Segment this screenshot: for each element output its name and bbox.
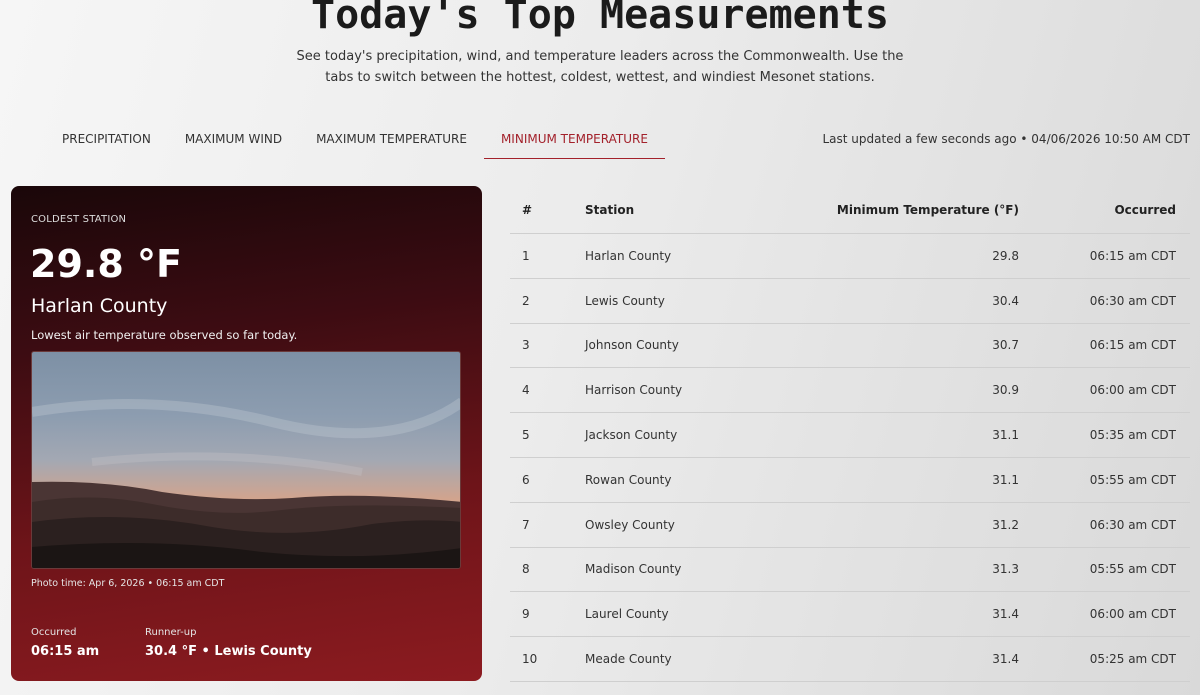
row-occurred: 06:15 am CDT [1089,248,1176,263]
row-station: Harrison County [585,383,683,398]
station-photo[interactable] [31,351,461,569]
row-min-temp: 31.4 [992,607,1019,622]
row-min-temp: 31.3 [992,562,1019,577]
tab-bar: PRECIPITATION MAXIMUM WIND MAXIMUM TEMPE… [45,120,665,160]
row-occurred: 05:55 am CDT [1089,562,1176,577]
row-station: Meade County [585,652,672,667]
row-occurred: 06:30 am CDT [1089,293,1176,308]
table-row[interactable]: 3 Johnson County 30.7 06:15 am CDT [510,324,1190,369]
table-row[interactable]: 4 Harrison County 30.9 06:00 am CDT [510,368,1190,414]
row-min-temp: 30.4 [992,293,1019,308]
row-station: Lewis County [585,293,665,308]
col-header-min-temp[interactable]: Minimum Temperature (°F) [785,203,1019,217]
row-rank: 8 [522,562,530,577]
row-rank: 7 [522,517,530,532]
table-header-row: # Station Minimum Temperature (°F) Occur… [510,187,1190,234]
measurements-table: # Station Minimum Temperature (°F) Occur… [510,187,1190,682]
card-description: Lowest air temperature observed so far t… [31,328,298,342]
row-occurred: 05:35 am CDT [1089,428,1176,443]
col-header-rank[interactable]: # [510,203,585,217]
col-header-occurred[interactable]: Occurred [1019,203,1176,217]
card-eyebrow: COLDEST STATION [31,214,127,225]
runner-up-value: 30.4 °F • Lewis County [145,644,312,659]
row-station: Harlan County [585,248,672,263]
card-temperature: 29.8 °F [30,242,182,286]
col-header-station[interactable]: Station [585,203,785,217]
tab-precipitation[interactable]: PRECIPITATION [45,120,168,159]
tab-minimum-temperature[interactable]: MINIMUM TEMPERATURE [483,120,665,159]
table-row[interactable]: 1 Harlan County 29.8 06:15 am CDT [510,234,1190,279]
row-occurred: 05:25 am CDT [1089,652,1176,667]
page-subtitle: See today's precipitation, wind, and tem… [296,49,904,85]
photo-caption: Photo time: Apr 6, 2026 • 06:15 am CDT [31,578,225,589]
row-station: Laurel County [585,607,669,622]
row-rank: 6 [522,472,530,487]
row-occurred: 06:00 am CDT [1089,383,1176,398]
row-min-temp: 31.1 [992,428,1019,443]
row-station: Johnson County [585,338,679,353]
row-rank: 9 [522,607,530,622]
row-min-temp: 30.7 [992,338,1019,353]
table-row[interactable]: 7 Owsley County 31.2 06:30 am CDT [510,503,1190,548]
tab-maximum-wind[interactable]: MAXIMUM WIND [168,120,299,159]
row-occurred: 05:55 am CDT [1089,472,1176,487]
mountain-landscape-image [32,397,460,568]
coldest-station-card: COLDEST STATION 29.8 °F Harlan County Lo… [11,186,482,681]
last-updated-text: Last updated a few seconds ago • 04/06/2… [822,132,1190,146]
row-min-temp: 29.8 [992,248,1019,263]
row-min-temp: 30.9 [992,383,1019,398]
row-station: Jackson County [585,428,678,443]
row-rank: 3 [522,338,530,353]
row-occurred: 06:15 am CDT [1089,338,1176,353]
card-station-name: Harlan County [31,295,168,317]
row-station: Madison County [585,562,682,577]
row-occurred: 06:30 am CDT [1089,517,1176,532]
page-title: Today's Top Measurements [311,0,889,38]
row-station: Rowan County [585,472,672,487]
table-row[interactable]: 10 Meade County 31.4 05:25 am CDT [510,637,1190,682]
tab-maximum-temperature[interactable]: MAXIMUM TEMPERATURE [299,120,484,159]
table-row[interactable]: 5 Jackson County 31.1 05:35 am CDT [510,413,1190,458]
row-rank: 10 [522,652,538,667]
row-min-temp: 31.1 [992,472,1019,487]
occurred-value: 06:15 am [31,644,100,659]
table-row[interactable]: 9 Laurel County 31.4 06:00 am CDT [510,592,1190,638]
table-row[interactable]: 6 Rowan County 31.1 05:55 am CDT [510,458,1190,503]
row-rank: 5 [522,428,530,443]
row-rank: 4 [522,383,530,398]
row-min-temp: 31.4 [992,652,1019,667]
table-row[interactable]: 8 Madison County 31.3 05:55 am CDT [510,548,1190,593]
runner-up-label: Runner-up [145,627,197,638]
row-station: Owsley County [585,517,675,532]
row-rank: 2 [522,293,530,308]
row-occurred: 06:00 am CDT [1089,607,1176,622]
occurred-label: Occurred [31,627,77,638]
row-min-temp: 31.2 [992,517,1019,532]
row-rank: 1 [522,248,530,263]
table-row[interactable]: 2 Lewis County 30.4 06:30 am CDT [510,279,1190,324]
